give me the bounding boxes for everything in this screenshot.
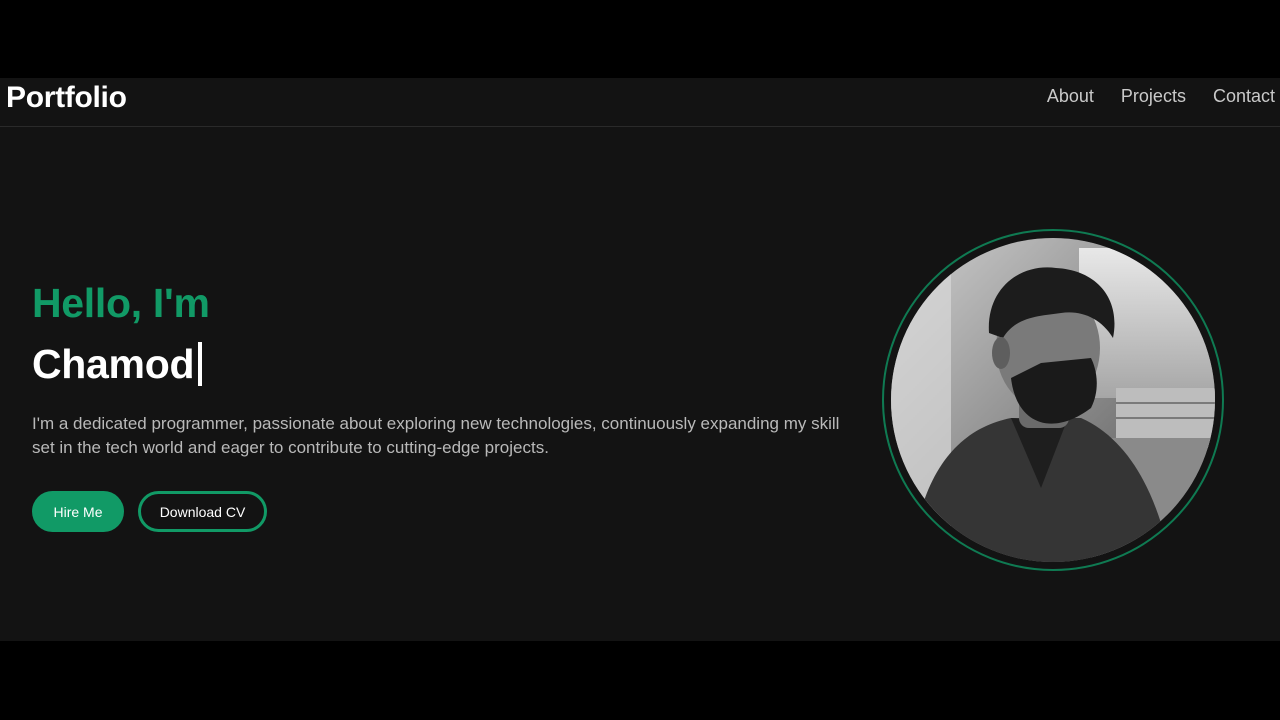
hero-name-row: Chamod	[32, 338, 852, 390]
hero-intro: Hello, I'm Chamod I'm a dedicated progra…	[32, 278, 852, 532]
nav-links: About Projects Contact	[1047, 85, 1275, 107]
download-cv-button[interactable]: Download CV	[138, 491, 267, 532]
letterbox-bottom	[0, 641, 1280, 720]
profile-photo-ring	[882, 229, 1224, 571]
portfolio-page: Portfolio About Projects Contact Hello, …	[0, 78, 1280, 641]
brand-logo[interactable]: Portfolio	[6, 80, 127, 116]
hero-bio: I'm a dedicated programmer, passionate a…	[32, 414, 840, 457]
hire-me-button[interactable]: Hire Me	[32, 491, 124, 532]
hero-name: Chamod	[32, 341, 195, 387]
navbar: Portfolio About Projects Contact	[0, 78, 1280, 127]
nav-link-projects[interactable]: Projects	[1121, 85, 1186, 107]
typing-cursor	[198, 342, 203, 386]
hero-actions: Hire Me Download CV	[32, 491, 852, 532]
nav-link-contact[interactable]: Contact	[1213, 85, 1275, 107]
nav-link-about[interactable]: About	[1047, 85, 1094, 107]
hero-greeting: Hello, I'm	[32, 280, 210, 326]
profile-photo	[891, 238, 1215, 562]
profile-portrait-illustration	[891, 238, 1215, 562]
letterbox-top	[0, 0, 1280, 78]
